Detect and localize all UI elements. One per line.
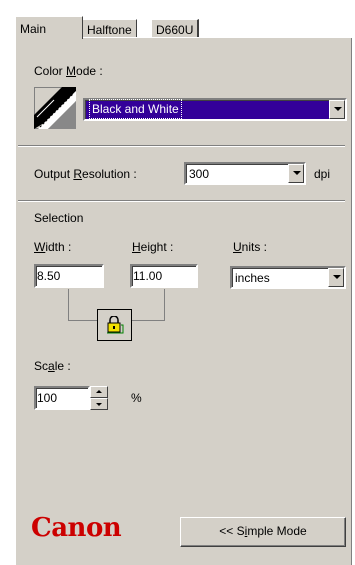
chevron-down-icon — [96, 403, 102, 406]
output-resolution-label-part: esolution : — [82, 167, 137, 181]
chevron-up-icon — [96, 390, 102, 393]
simple-mode-label-part: mple Mode — [247, 524, 307, 538]
units-dropdown[interactable]: inches — [230, 266, 346, 289]
simple-mode-label-part: << S — [219, 524, 245, 538]
link-line — [68, 289, 69, 321]
aspect-lock-button[interactable] — [97, 309, 132, 341]
scale-label: Scale : — [34, 359, 71, 373]
separator — [18, 200, 345, 202]
output-resolution-label-accel: R — [73, 167, 83, 181]
scale-label-part: Sc — [34, 359, 49, 373]
color-mode-label: Color Mode : — [34, 64, 103, 78]
width-label-part: idth : — [45, 240, 72, 254]
tab-main[interactable]: Main — [15, 16, 83, 39]
scale-input[interactable]: 100 — [34, 386, 90, 410]
height-input[interactable]: 11.00 — [130, 264, 198, 288]
height-label-accel: H — [132, 240, 141, 254]
width-input[interactable]: 8.50 — [34, 264, 104, 288]
scale-unit: % — [131, 391, 142, 405]
canon-logo: Canon — [31, 513, 122, 543]
units-label-part: nits : — [241, 240, 268, 254]
selection-title: Selection — [34, 211, 84, 225]
separator — [18, 145, 345, 147]
height-label: Height : — [132, 240, 173, 254]
tab-d660u-label: D660U — [156, 23, 194, 37]
scale-label-accel: a — [48, 359, 55, 373]
width-value: 8.50 — [37, 269, 61, 283]
scale-spinner[interactable] — [90, 386, 108, 410]
color-mode-icon — [34, 87, 76, 129]
spinner-up-button[interactable] — [90, 386, 108, 398]
units-label: Units : — [233, 240, 267, 254]
color-mode-dropdown[interactable]: Black and White — [83, 98, 347, 121]
color-mode-label-part: ode : — [76, 64, 103, 78]
units-value: inches — [235, 271, 270, 285]
tab-halftone-label: Halftone — [87, 23, 132, 37]
link-line — [68, 320, 97, 321]
color-mode-label-accel: M — [66, 64, 77, 78]
units-label-accel: U — [233, 240, 242, 254]
link-line — [164, 289, 165, 321]
simple-mode-button[interactable]: << Simple Mode — [180, 517, 346, 547]
output-resolution-label-part: Output — [34, 167, 74, 181]
color-mode-label-part: Color — [34, 64, 67, 78]
scale-value: 100 — [37, 391, 58, 405]
spinner-down-button[interactable] — [90, 398, 108, 410]
dpi-unit: dpi — [314, 167, 331, 181]
chevron-down-icon[interactable] — [328, 268, 344, 287]
tab-halftone[interactable]: Halftone — [82, 19, 137, 39]
color-mode-value: Black and White — [89, 99, 182, 119]
height-value: 11.00 — [133, 269, 163, 283]
height-label-part: eight : — [140, 240, 174, 254]
chevron-down-icon[interactable] — [288, 164, 304, 183]
lock-icon — [106, 315, 124, 337]
output-resolution-dropdown[interactable]: 300 — [184, 162, 306, 185]
link-line — [132, 320, 165, 321]
tab-d660u[interactable]: D660U — [151, 19, 200, 39]
output-resolution-label: Output Resolution : — [34, 167, 137, 181]
output-resolution-value: 300 — [189, 167, 210, 181]
width-label: Width : — [34, 240, 71, 254]
width-label-accel: W — [34, 240, 46, 254]
chevron-down-icon[interactable] — [329, 100, 345, 119]
scale-label-part: le : — [54, 359, 71, 373]
tab-main-label: Main — [20, 22, 47, 36]
